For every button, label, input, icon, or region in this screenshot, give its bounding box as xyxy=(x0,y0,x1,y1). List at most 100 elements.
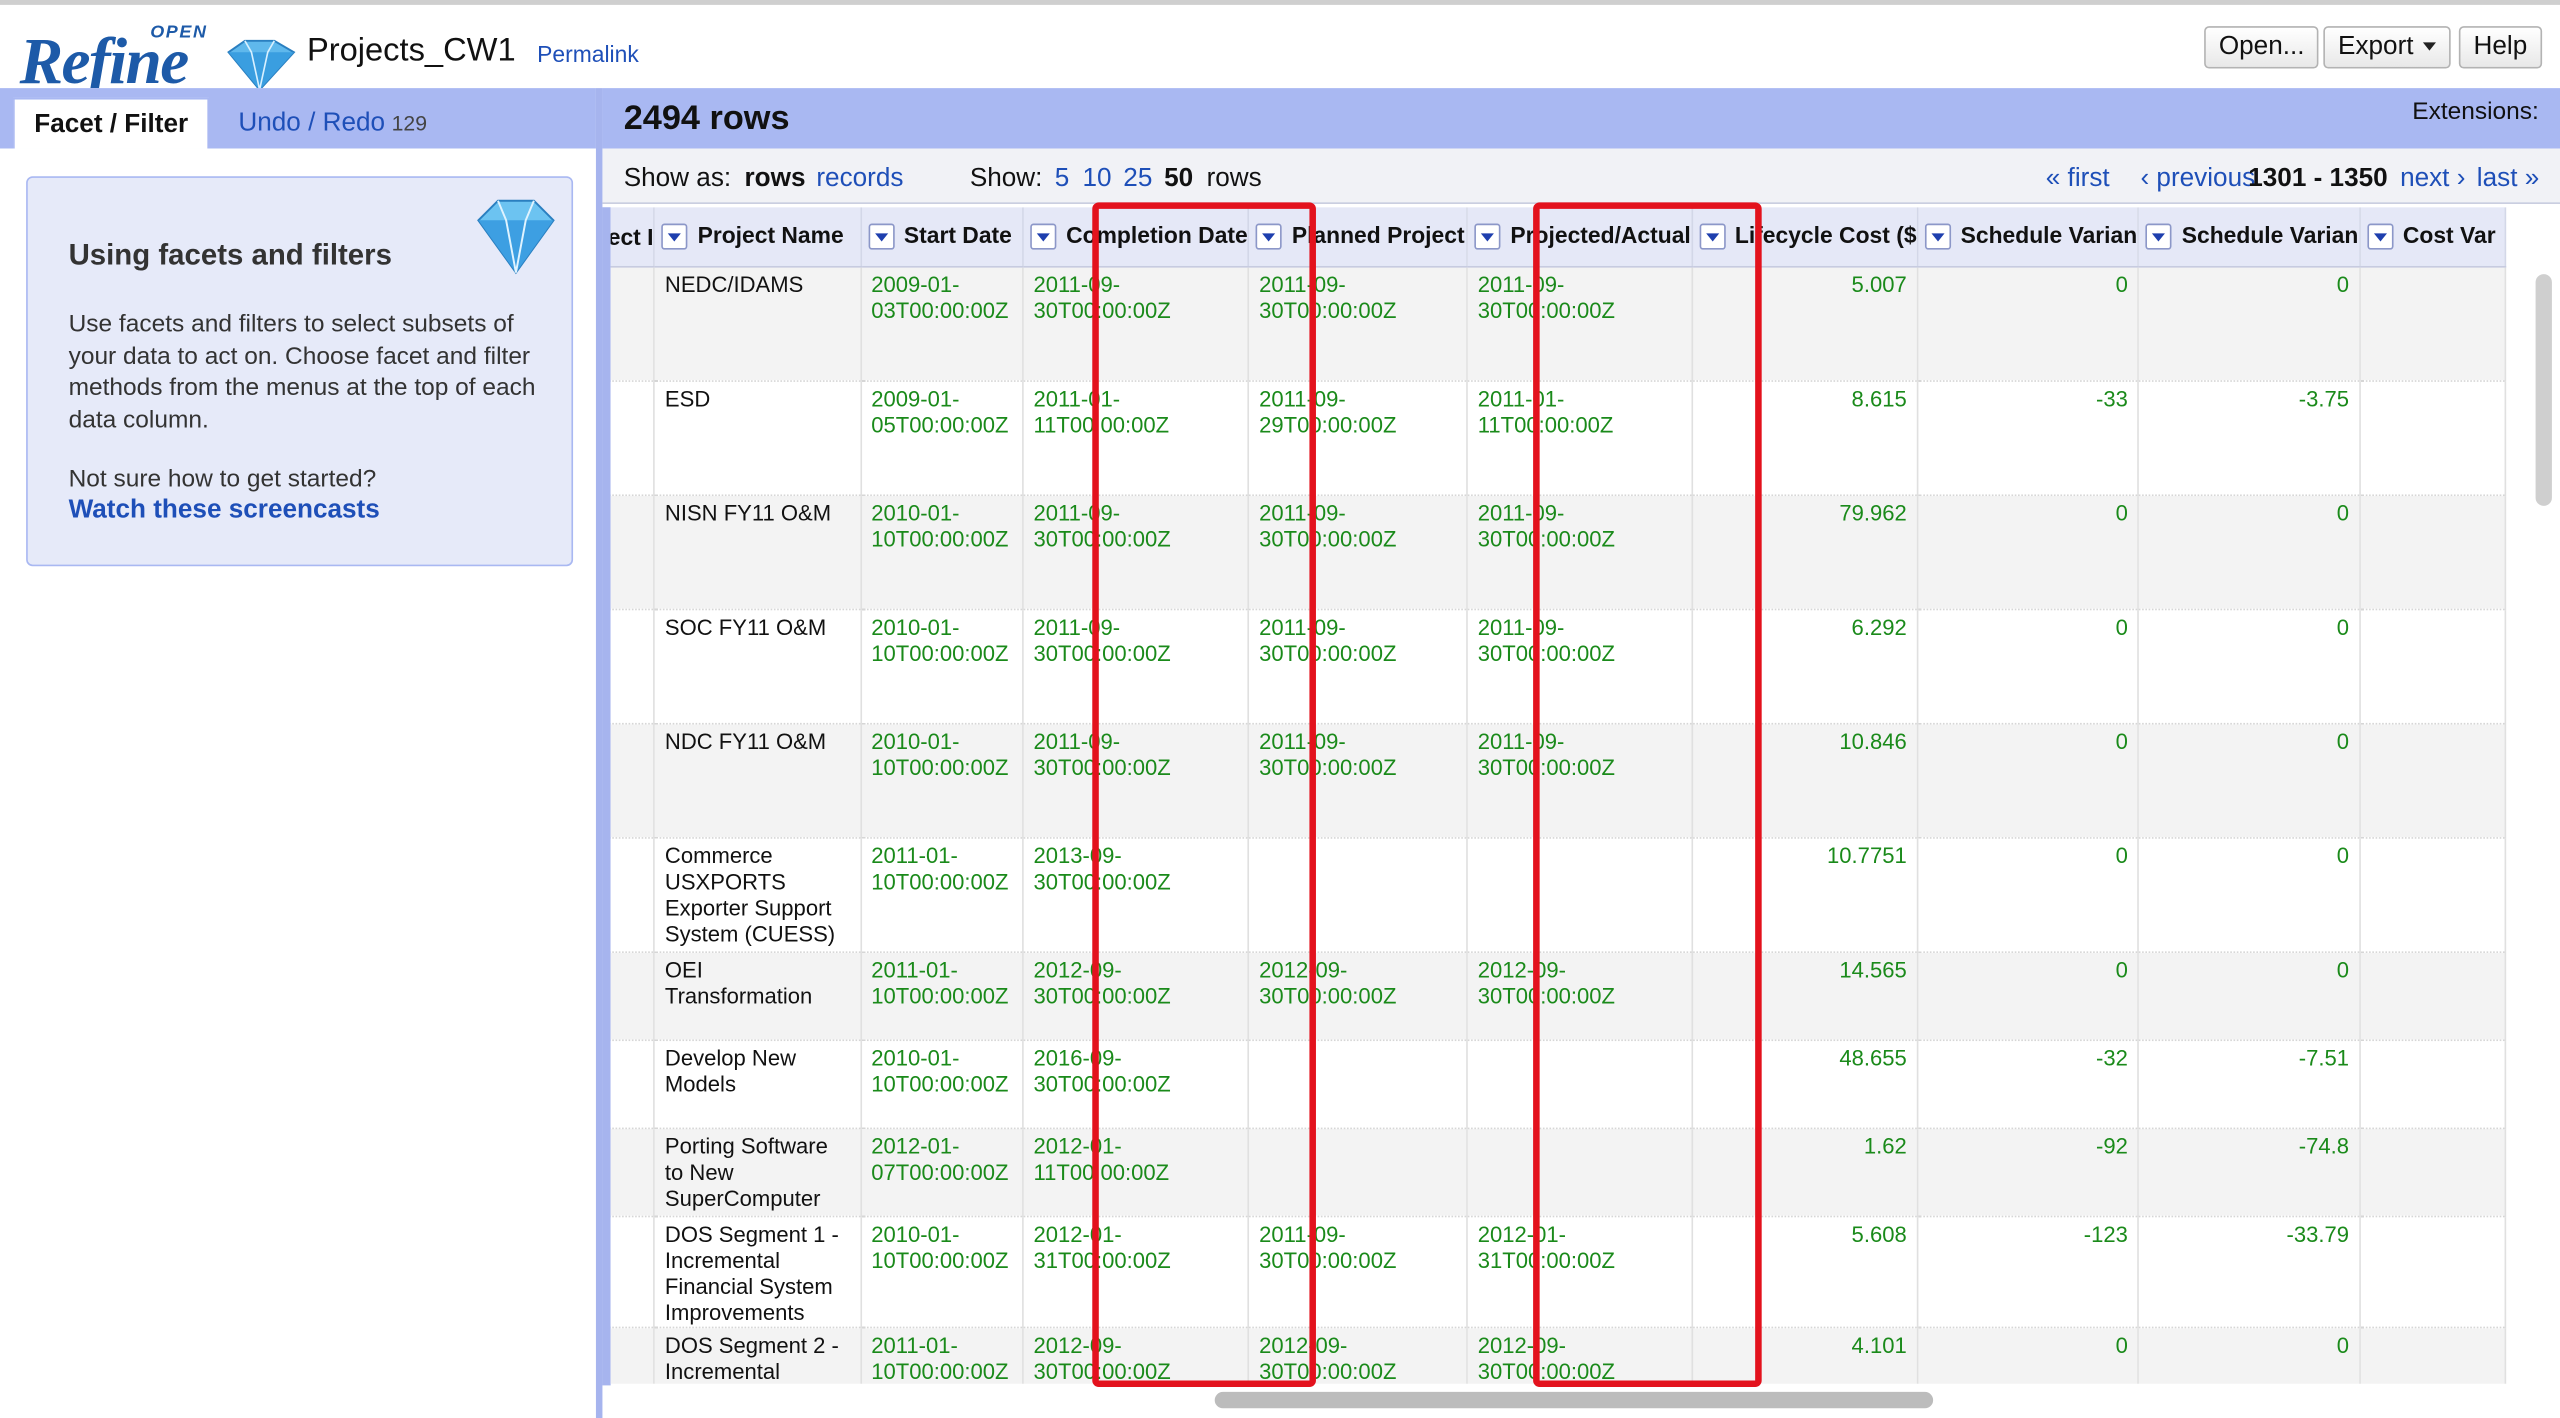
table-cell[interactable]: -7.51 xyxy=(2138,1039,2361,1129)
table-cell[interactable] xyxy=(1467,1039,1693,1129)
table-cell[interactable] xyxy=(2359,722,2507,838)
table-cell[interactable]: 2010-01- 10T00:00:00Z xyxy=(860,1215,1024,1328)
table-cell[interactable] xyxy=(1467,837,1693,953)
table-cell[interactable]: ESD xyxy=(654,380,862,496)
table-cell[interactable]: 10.7751 xyxy=(1691,837,1919,953)
table-cell[interactable] xyxy=(2359,494,2507,610)
table-cell[interactable]: -3.75 xyxy=(2138,380,2361,496)
table-cell[interactable]: 0 xyxy=(2138,1326,2361,1384)
table-cell[interactable]: 2012-09- 30T00:00:00Z xyxy=(1022,1326,1250,1384)
table-cell[interactable]: NDC FY11 O&M xyxy=(654,722,862,838)
table-cell[interactable] xyxy=(1248,1039,1468,1129)
table-cell[interactable]: Commerce USXPORTS Exporter Support Syste… xyxy=(654,837,862,953)
table-cell[interactable]: Develop New Models xyxy=(654,1039,862,1129)
table-cell[interactable]: 2011-09- 30T00:00:00Z xyxy=(1248,494,1468,610)
table-cell[interactable]: 5.007 xyxy=(1691,265,1919,382)
table-cell[interactable]: 2012-01- 07T00:00:00Z xyxy=(860,1127,1024,1217)
table-cell[interactable]: 2012-01- 31T00:00:00Z xyxy=(1022,1215,1250,1328)
page-size-25[interactable]: 25 xyxy=(1123,165,1152,194)
table-cell[interactable]: 2011-09- 30T00:00:00Z xyxy=(1248,722,1468,838)
project-title[interactable]: Projects_CW1 xyxy=(307,33,516,71)
table-cell[interactable]: 5.608 xyxy=(1691,1215,1919,1328)
table-cell[interactable]: 2011-09- 30T00:00:00Z xyxy=(1022,265,1250,382)
table-cell[interactable]: 2010-01- 10T00:00:00Z xyxy=(860,608,1024,724)
table-cell[interactable]: 2012-09- 30T00:00:00Z xyxy=(1467,1326,1693,1384)
column-menu-dropdown-icon[interactable] xyxy=(1255,224,1283,251)
vertical-scrollbar[interactable] xyxy=(2535,274,2552,506)
column-header[interactable]: Completion Date xyxy=(1022,207,1250,267)
table-cell[interactable]: 2011-09- 30T00:00:00Z xyxy=(1022,494,1250,610)
table-cell[interactable]: OEI Transformation xyxy=(654,951,862,1041)
table-cell[interactable]: 0 xyxy=(2138,837,2361,953)
table-cell[interactable]: 2010-01- 10T00:00:00Z xyxy=(860,1039,1024,1129)
table-cell[interactable]: -74.8 xyxy=(2138,1127,2361,1217)
table-cell[interactable]: 48.655 xyxy=(1691,1039,1919,1129)
table-cell[interactable]: 2011-09- 30T00:00:00Z xyxy=(1467,265,1693,382)
table-cell[interactable] xyxy=(2359,380,2507,496)
table-cell[interactable] xyxy=(610,494,656,610)
column-menu-dropdown-icon[interactable] xyxy=(1924,224,1951,251)
open-button[interactable]: Open... xyxy=(2204,26,2320,69)
table-cell[interactable]: 2011-09- 30T00:00:00Z xyxy=(1467,608,1693,724)
table-cell[interactable]: 0 xyxy=(1917,722,2140,838)
table-cell[interactable]: 2011-09- 30T00:00:00Z xyxy=(1022,722,1250,838)
column-menu-dropdown-icon[interactable] xyxy=(661,224,688,251)
table-cell[interactable] xyxy=(610,265,656,382)
table-cell[interactable] xyxy=(2359,1127,2507,1217)
table-cell[interactable]: 2012-09- 30T00:00:00Z xyxy=(1248,1326,1468,1384)
table-cell[interactable]: 0 xyxy=(1917,265,2140,382)
column-header[interactable]: Cost Var xyxy=(2359,207,2507,267)
table-cell[interactable]: NISN FY11 O&M xyxy=(654,494,862,610)
table-cell[interactable]: 0 xyxy=(2138,494,2361,610)
page-size-10[interactable]: 10 xyxy=(1082,165,1111,194)
table-cell[interactable] xyxy=(610,722,656,838)
table-cell[interactable]: 2011-01- 11T00:00:00Z xyxy=(1022,380,1250,496)
table-cell[interactable]: 0 xyxy=(2138,265,2361,382)
column-header[interactable]: Project Name xyxy=(654,207,862,267)
table-cell[interactable]: 2011-09- 30T00:00:00Z xyxy=(1248,608,1468,724)
table-cell[interactable]: 0 xyxy=(2138,722,2361,838)
column-header[interactable]: Planned Project xyxy=(1248,207,1468,267)
page-size-50[interactable]: 50 xyxy=(1164,165,1193,194)
table-cell[interactable]: 2012-09- 30T00:00:00Z xyxy=(1248,951,1468,1041)
table-cell[interactable] xyxy=(610,1127,656,1217)
table-cell[interactable]: 14.565 xyxy=(1691,951,1919,1041)
table-cell[interactable] xyxy=(1248,1127,1468,1217)
table-cell[interactable] xyxy=(2359,265,2507,382)
column-menu-dropdown-icon[interactable] xyxy=(2145,224,2172,251)
table-cell[interactable]: 2012-09- 30T00:00:00Z xyxy=(1022,951,1250,1041)
table-cell[interactable]: 2011-09- 30T00:00:00Z xyxy=(1022,608,1250,724)
table-cell[interactable]: -92 xyxy=(1917,1127,2140,1217)
column-menu-dropdown-icon[interactable] xyxy=(867,224,895,251)
table-cell[interactable]: SOC FY11 O&M xyxy=(654,608,862,724)
column-header[interactable]: Projected/Actual xyxy=(1467,207,1693,267)
table-cell[interactable]: 2011-09- 30T00:00:00Z xyxy=(1467,722,1693,838)
column-header[interactable]: Project I xyxy=(610,207,656,267)
table-cell[interactable]: DOS Segment 1 - Incremental Financial Sy… xyxy=(654,1215,862,1328)
table-cell[interactable]: 2010-01- 10T00:00:00Z xyxy=(860,494,1024,610)
table-cell[interactable]: 2012-01- 31T00:00:00Z xyxy=(1467,1215,1693,1328)
table-cell[interactable]: DOS Segment 2 - Incremental Financial Sy… xyxy=(654,1326,862,1384)
screencasts-link[interactable]: Watch these screencasts xyxy=(69,496,380,525)
column-menu-dropdown-icon[interactable] xyxy=(1474,224,1501,251)
table-cell[interactable]: 6.292 xyxy=(1691,608,1919,724)
table-cell[interactable] xyxy=(610,1215,656,1328)
tab-facet-filter[interactable]: Facet / Filter xyxy=(13,97,210,149)
permalink-link[interactable]: Permalink xyxy=(537,41,639,67)
openrefine-logo[interactable]: Refine OPEN xyxy=(20,16,296,98)
table-cell[interactable]: 2011-09- 30T00:00:00Z xyxy=(1467,494,1693,610)
page-size-5[interactable]: 5 xyxy=(1055,165,1070,194)
table-cell[interactable]: 0 xyxy=(1917,494,2140,610)
table-cell[interactable]: 2009-01- 05T00:00:00Z xyxy=(860,380,1024,496)
table-cell[interactable]: -33.79 xyxy=(2138,1215,2361,1328)
table-cell[interactable] xyxy=(2359,1039,2507,1129)
table-cell[interactable]: 2011-01- 10T00:00:00Z xyxy=(860,951,1024,1041)
column-menu-dropdown-icon[interactable] xyxy=(1698,224,1726,251)
table-cell[interactable] xyxy=(610,837,656,953)
table-cell[interactable]: 0 xyxy=(1917,951,2140,1041)
table-cell[interactable]: 0 xyxy=(1917,837,2140,953)
column-header[interactable]: Schedule Varian xyxy=(2138,207,2361,267)
table-cell[interactable]: 2011-01- 11T00:00:00Z xyxy=(1467,380,1693,496)
table-cell[interactable] xyxy=(1248,837,1468,953)
table-cell[interactable] xyxy=(1467,1127,1693,1217)
